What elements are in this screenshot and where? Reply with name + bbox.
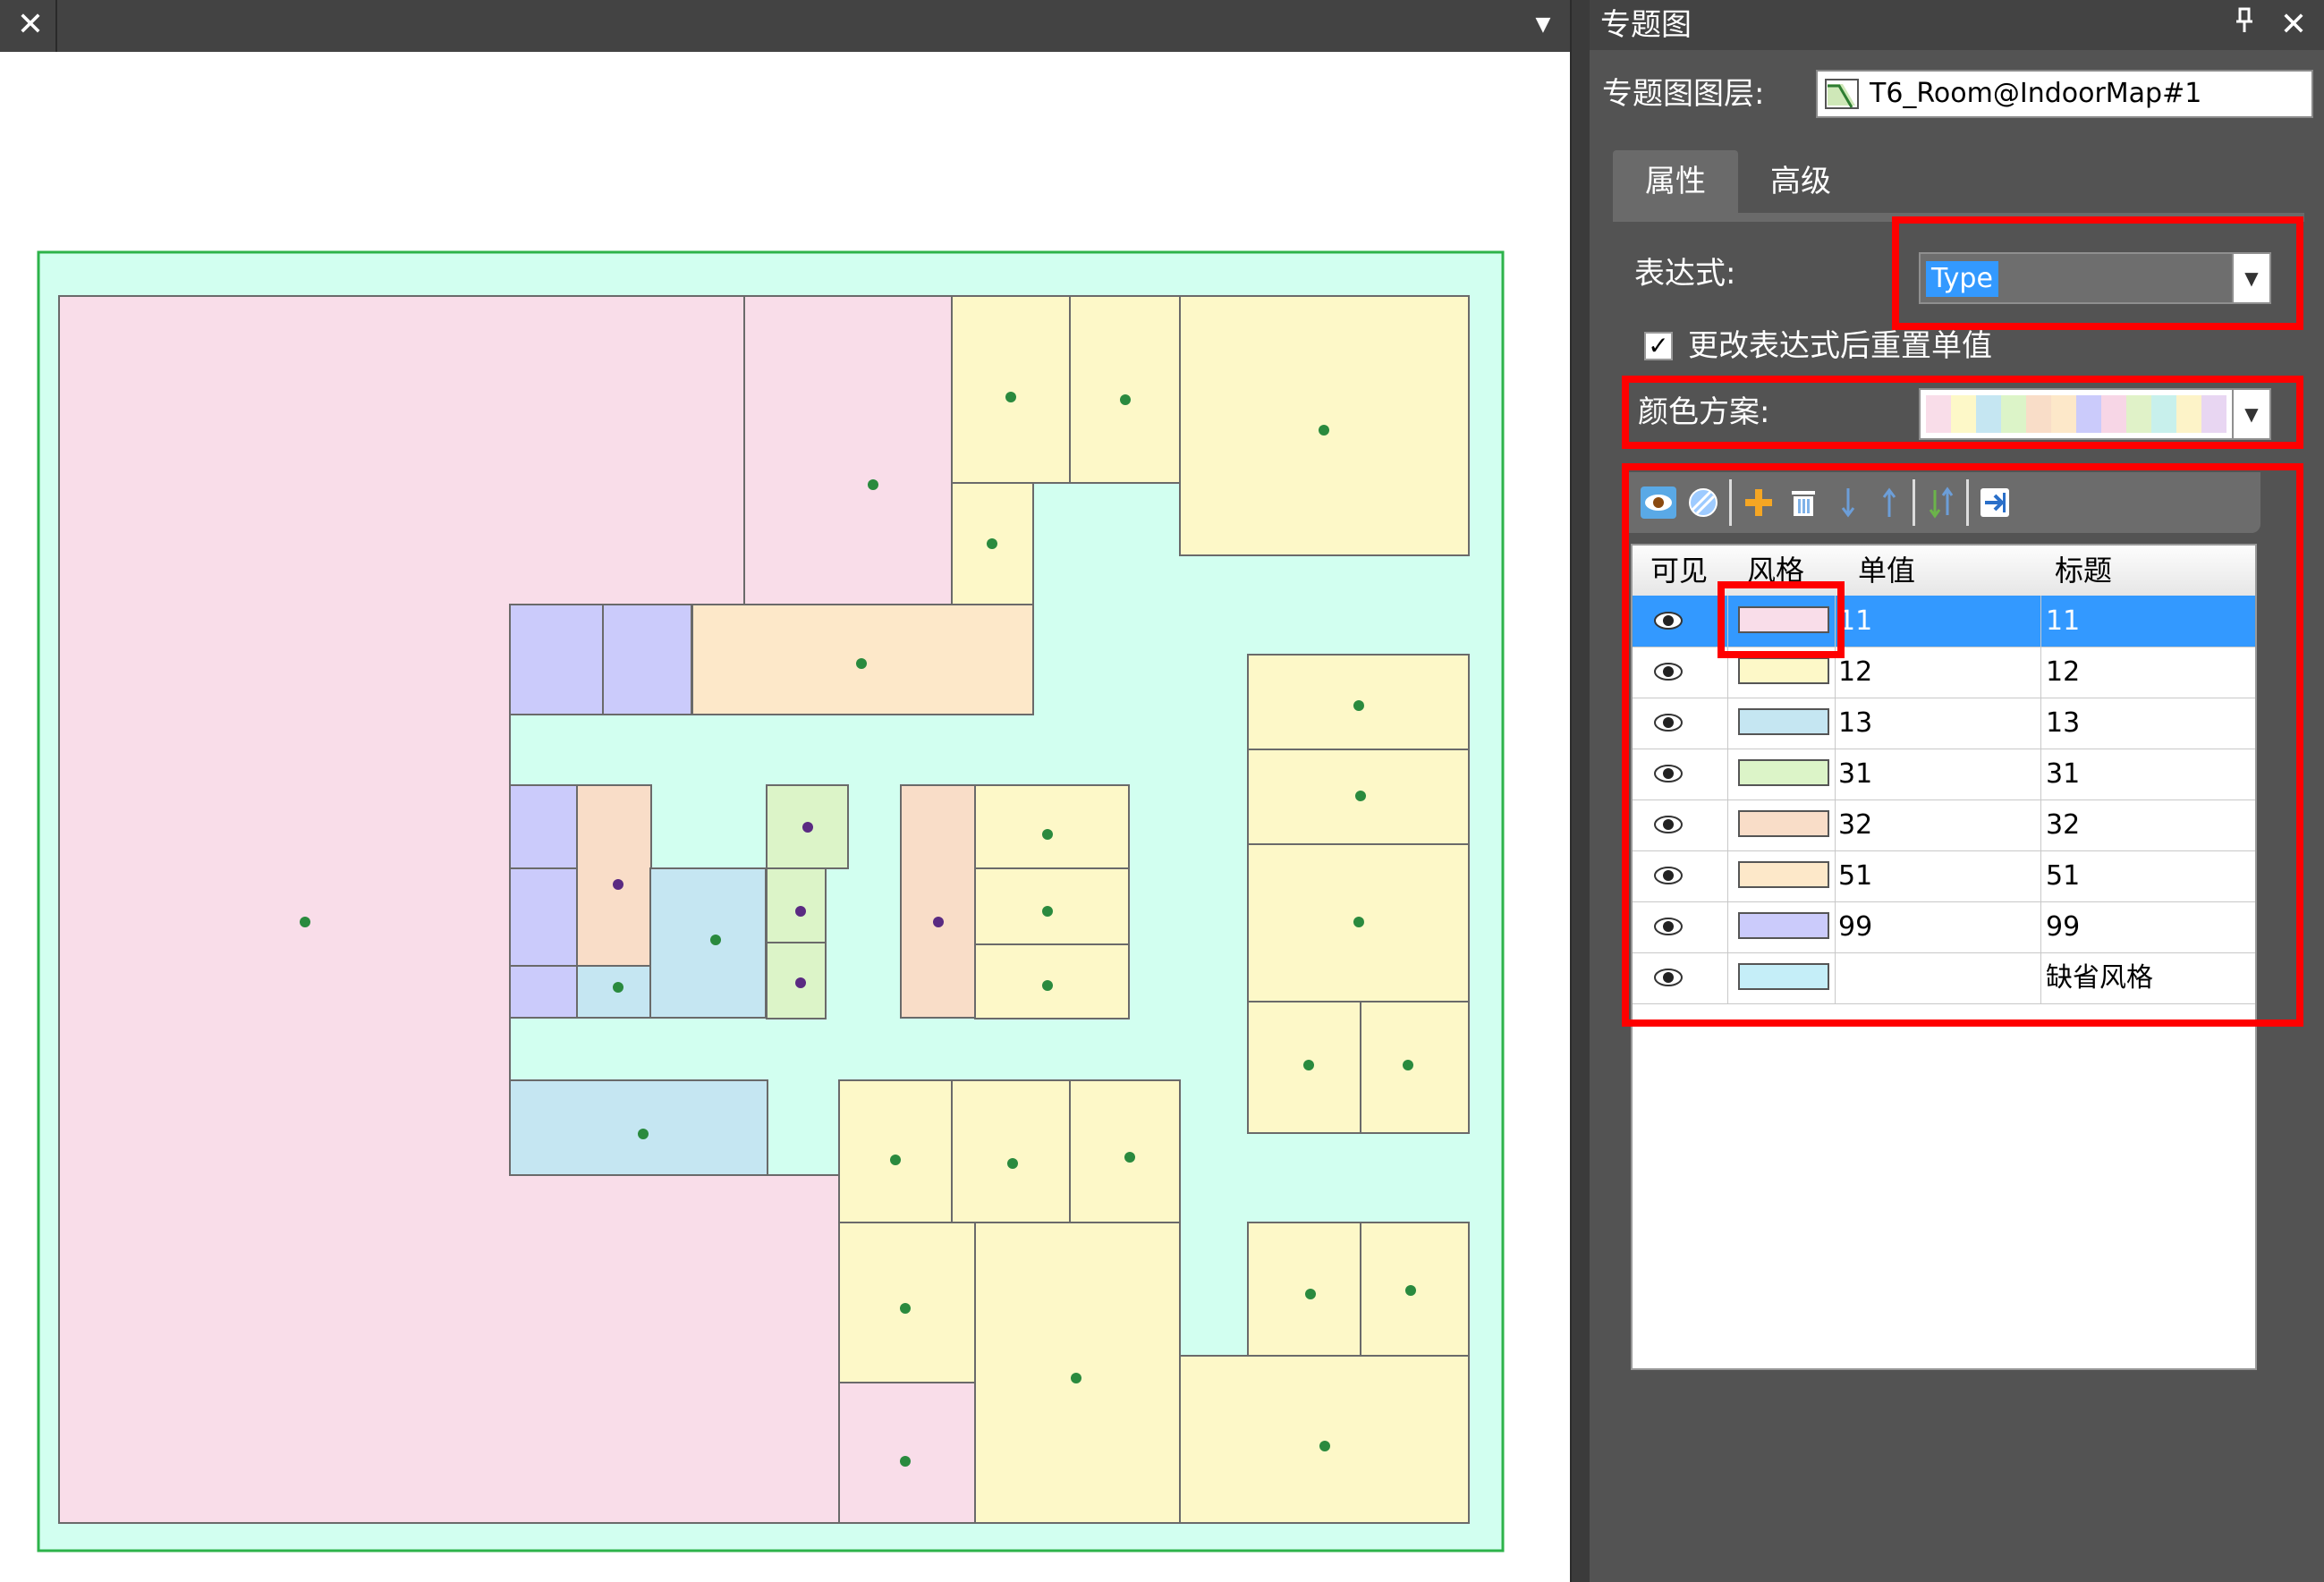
thematic-layer-field[interactable]: T6_Room@IndoorMap#1 bbox=[1816, 70, 2313, 118]
room-yellow[interactable] bbox=[951, 1079, 1072, 1223]
reset-values-label: 更改表达式后重置单值 bbox=[1688, 328, 1992, 364]
room-lavender[interactable] bbox=[509, 784, 578, 869]
room-yellow[interactable] bbox=[838, 1079, 953, 1223]
room-label-point bbox=[868, 479, 878, 490]
room-label-point bbox=[1405, 1285, 1416, 1296]
room-yellow[interactable] bbox=[1179, 1355, 1470, 1524]
room-label-point bbox=[613, 879, 623, 890]
room-peach[interactable] bbox=[900, 784, 976, 1019]
room-lavender[interactable] bbox=[509, 604, 604, 715]
window-list-dropdown-icon[interactable]: ▼ bbox=[1530, 9, 1556, 41]
room-label-point bbox=[1353, 917, 1364, 927]
room-yellow[interactable] bbox=[1360, 1001, 1470, 1134]
room-label-point bbox=[933, 917, 944, 927]
room-blue[interactable] bbox=[509, 1079, 768, 1176]
room-label-point bbox=[1007, 1158, 1018, 1169]
room-label-point bbox=[613, 982, 623, 993]
room-yellow[interactable] bbox=[974, 1222, 1181, 1524]
thematic-layer-value: T6_Room@IndoorMap#1 bbox=[1870, 78, 2202, 109]
room-pink[interactable] bbox=[743, 295, 953, 605]
room-label-point bbox=[1353, 700, 1364, 711]
room-label-point bbox=[987, 538, 997, 549]
room-lavender[interactable] bbox=[602, 604, 692, 715]
room-label-point bbox=[795, 906, 806, 917]
map-canvas[interactable] bbox=[0, 52, 1570, 1582]
thematic-layer-label: 专题图图层: bbox=[1602, 76, 1765, 112]
room-label-point bbox=[1303, 1060, 1314, 1070]
room-label-point bbox=[802, 822, 813, 833]
room-peach[interactable] bbox=[576, 784, 652, 967]
room-yellow[interactable] bbox=[1247, 1222, 1361, 1357]
expression-label: 表达式: bbox=[1634, 256, 1736, 292]
room-label-point bbox=[1319, 425, 1329, 436]
region-layer-icon bbox=[1825, 79, 1859, 109]
room-blue[interactable] bbox=[649, 867, 767, 1019]
room-yellow[interactable] bbox=[838, 1222, 976, 1383]
room-label-point bbox=[856, 658, 867, 669]
pin-icon[interactable] bbox=[2226, 7, 2262, 43]
room-label-point bbox=[890, 1155, 901, 1165]
room-yellow[interactable] bbox=[1069, 1079, 1181, 1223]
room-blue[interactable] bbox=[576, 965, 652, 1019]
close-map-icon[interactable]: ✕ bbox=[11, 0, 57, 52]
map-window-tabbar: ✕ ▼ bbox=[0, 0, 1570, 52]
room-label-point bbox=[1071, 1373, 1081, 1383]
room-label-point bbox=[1319, 1441, 1330, 1451]
room-label-point bbox=[710, 935, 721, 945]
room-label-point bbox=[1042, 829, 1053, 840]
indoor-map[interactable] bbox=[0, 52, 1570, 1582]
room-yellow[interactable] bbox=[951, 295, 1072, 484]
room-green[interactable] bbox=[766, 867, 827, 943]
room-label-point bbox=[300, 917, 310, 927]
room-label-point bbox=[1403, 1060, 1413, 1070]
highlight-color-scheme bbox=[1622, 376, 2303, 449]
room-yellow[interactable] bbox=[974, 867, 1130, 945]
highlight-expression bbox=[1892, 216, 2303, 330]
room-lavender[interactable] bbox=[509, 965, 578, 1019]
room-label-point bbox=[1355, 791, 1366, 801]
room-pink[interactable] bbox=[838, 1382, 976, 1524]
panel-titlebar: 专题图 ✕ bbox=[1590, 0, 2324, 50]
panel-title: 专题图 bbox=[1600, 7, 1692, 43]
panel-splitter[interactable] bbox=[1570, 0, 1590, 1582]
room-yellow[interactable] bbox=[974, 943, 1130, 1019]
room-label-point bbox=[1042, 906, 1053, 917]
room-yellow[interactable] bbox=[974, 784, 1130, 869]
highlight-grid bbox=[1622, 463, 2303, 1027]
room-label-point bbox=[1124, 1152, 1135, 1163]
close-panel-icon[interactable]: ✕ bbox=[2274, 5, 2313, 45]
room-lavender[interactable] bbox=[509, 867, 578, 967]
room-yellow[interactable] bbox=[1069, 295, 1181, 484]
room-label-point bbox=[900, 1456, 911, 1467]
tab-advanced[interactable]: 高级 bbox=[1738, 150, 1863, 213]
room-label-point bbox=[1120, 394, 1131, 405]
room-label-point bbox=[900, 1303, 911, 1314]
room-label-point bbox=[1005, 392, 1016, 402]
room-label-point bbox=[795, 977, 806, 988]
reset-values-checkbox[interactable]: ✓ bbox=[1644, 332, 1673, 360]
room-label-point bbox=[1042, 980, 1053, 991]
highlight-style-cell bbox=[1718, 581, 1845, 658]
tab-properties[interactable]: 属性 bbox=[1613, 150, 1738, 213]
room-label-point bbox=[638, 1129, 649, 1139]
room-label-point bbox=[1305, 1289, 1316, 1299]
